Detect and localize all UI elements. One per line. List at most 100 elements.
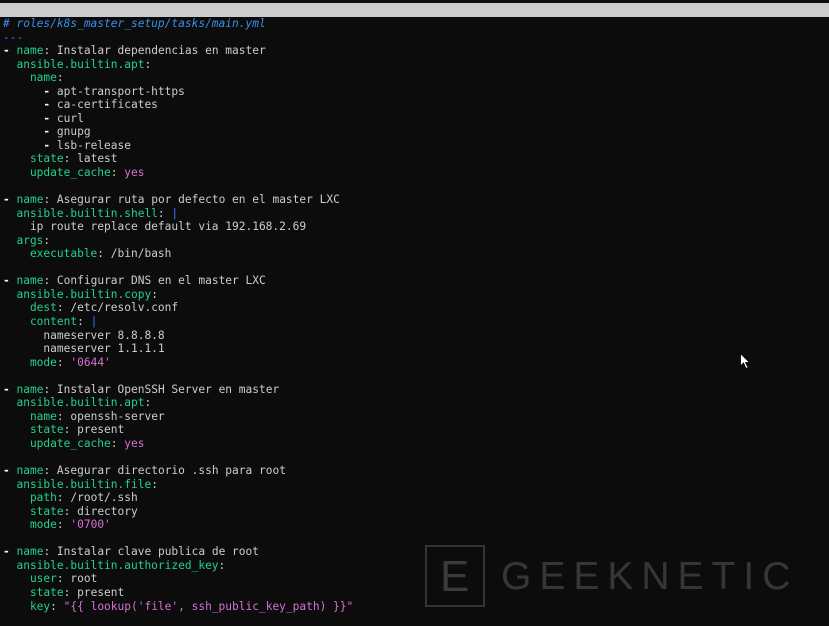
code-token-sep: : <box>63 423 78 437</box>
code-token-val: latest <box>77 152 118 166</box>
code-token-sep: : <box>43 464 57 478</box>
code-token-dash: - <box>3 464 17 478</box>
code-token-dash: - <box>3 545 17 559</box>
watermark-letter: E <box>440 552 470 601</box>
code-token-sep: : <box>56 491 71 505</box>
code-token-val: /etc/resolv.conf <box>70 301 179 315</box>
code-line: state: latest <box>3 152 829 166</box>
code-token-dash: - <box>3 274 17 288</box>
code-token-sep: : <box>56 355 71 369</box>
code-token-val: ca-certificates <box>56 98 158 112</box>
code-token-sep: : <box>110 436 125 450</box>
code-token-pipe: | <box>171 206 179 220</box>
code-token-comment: # roles/k8s_master_setup/tasks/main.yml <box>3 17 266 30</box>
code-token-key: state <box>3 585 64 599</box>
code-line: update_cache: yes <box>3 166 829 180</box>
code-token-key: name <box>3 71 57 85</box>
code-token-sep: : <box>56 71 64 85</box>
code-token-sep: : <box>77 315 91 329</box>
code-token-sep: : <box>56 572 71 586</box>
code-token-key: ansible.builtin.apt <box>3 57 145 71</box>
code-line: - lsb-release <box>3 139 829 153</box>
code-token-val: directory <box>77 504 138 518</box>
code-token-key: args <box>3 233 44 247</box>
code-line: executable: /bin/bash <box>3 247 829 261</box>
editor-buffer[interactable]: # roles/k8s_master_setup/tasks/main.yml -… <box>3 17 829 613</box>
code-token-key: path <box>3 491 57 505</box>
code-line: - name: Configurar DNS en el master LXC <box>3 274 829 288</box>
code-token-val: lsb-release <box>56 138 131 152</box>
code-token-val: /root/.ssh <box>70 491 138 505</box>
code-line: - name: Instalar dependencias en master <box>3 44 829 58</box>
code-token-sep: : <box>43 44 57 58</box>
code-token-bool: yes <box>124 436 145 450</box>
code-line: - ca-certificates <box>3 98 829 112</box>
code-token-key: name <box>16 464 44 478</box>
code-token-bool: yes <box>124 166 145 180</box>
code-token-dash: - <box>3 84 57 98</box>
code-line: name: <box>3 71 829 85</box>
code-token-key: ansible.builtin.apt <box>3 396 145 410</box>
code-token-sep: : <box>50 599 64 613</box>
code-token-str: "{{ lookup('file', ssh_public_key_path) … <box>63 599 354 613</box>
code-token-val: ip route replace default via 192.168.2.6… <box>3 220 307 234</box>
code-token-key: executable <box>3 247 98 261</box>
code-token-pipe: | <box>90 315 98 329</box>
code-line: - curl <box>3 112 829 126</box>
code-token-yml-doc: --- <box>3 30 24 44</box>
code-line: - apt-transport-https <box>3 85 829 99</box>
watermark-text: GEEKNETIC <box>501 555 799 598</box>
code-line: nameserver 8.8.8.8 <box>3 329 829 343</box>
code-token-sep: : <box>43 193 57 207</box>
code-token-sep: : <box>43 545 57 559</box>
code-token-key: state <box>3 423 64 437</box>
code-token-key: name <box>16 382 44 396</box>
code-token-key: mode <box>3 355 57 369</box>
code-token-val: present <box>77 423 125 437</box>
code-token-val: Instalar OpenSSH Server en master <box>56 382 280 396</box>
code-token-sep: : <box>151 287 158 301</box>
code-token-sep: : <box>63 504 78 518</box>
code-token-key: name <box>16 545 44 559</box>
code-token-val: nameserver 1.1.1.1 <box>3 342 165 356</box>
code-token-val: curl <box>56 111 84 125</box>
code-line: # roles/k8s_master_setup/tasks/main.yml <box>3 17 829 31</box>
code-token-val: Instalar clave publica de root <box>56 545 259 559</box>
code-token-key: ansible.builtin.authorized_key <box>3 558 219 572</box>
code-token-sep: : <box>63 585 78 599</box>
code-token-key: key <box>3 599 51 613</box>
code-line: ansible.builtin.apt: <box>3 396 829 410</box>
code-line: path: /root/.ssh <box>3 491 829 505</box>
geeknetic-watermark: E GEEKNETIC <box>425 545 815 611</box>
code-token-key: ansible.builtin.copy <box>3 287 152 301</box>
code-token-key: content <box>3 315 78 329</box>
code-token-val: gnupg <box>56 125 91 139</box>
code-line: state: directory <box>3 505 829 519</box>
code-token-sep: : <box>43 274 57 288</box>
code-line: mode: '0644' <box>3 356 829 370</box>
code-token-dash: - <box>3 138 57 152</box>
code-line: update_cache: yes <box>3 437 829 451</box>
code-token-str: '0644' <box>70 355 111 369</box>
code-token-val: apt-transport-https <box>56 84 185 98</box>
code-token-dash: - <box>3 382 17 396</box>
code-token-key: name <box>3 409 57 423</box>
code-line: name: openssh-server <box>3 410 829 424</box>
code-line: ansible.builtin.shell: | <box>3 207 829 221</box>
code-line: ip route replace default via 192.168.2.6… <box>3 220 829 234</box>
code-token-dash: - <box>3 44 17 58</box>
code-token-val: present <box>77 585 125 599</box>
code-token-dash: - <box>3 193 17 207</box>
code-token-key: update_cache <box>3 436 111 450</box>
code-token-val: Configurar DNS en el master LXC <box>56 274 266 288</box>
code-token-sep: : <box>97 247 111 261</box>
code-line: ansible.builtin.copy: <box>3 288 829 302</box>
code-token-key: state <box>3 504 64 518</box>
code-token-val: Asegurar directorio .ssh para root <box>56 464 286 478</box>
code-token-sep: : <box>56 409 71 423</box>
code-token-key: ansible.builtin.shell <box>3 206 158 220</box>
code-token-key: dest <box>3 301 57 315</box>
code-token-sep: : <box>218 558 226 572</box>
